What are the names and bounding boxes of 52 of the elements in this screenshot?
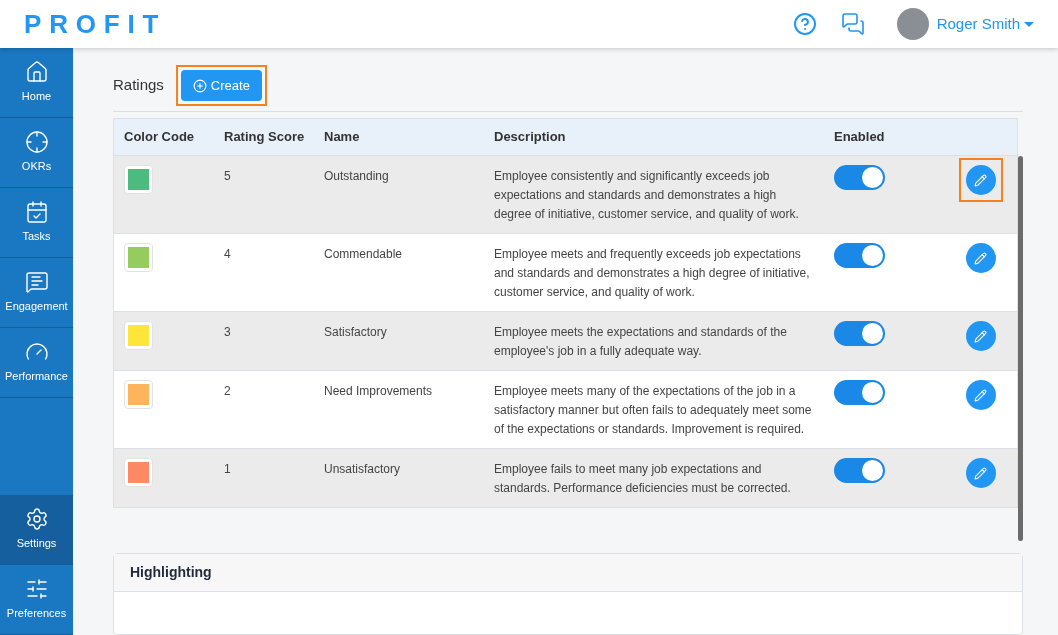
- calendar-check-icon: [24, 200, 49, 225]
- avatar: [896, 8, 929, 40]
- toggle-switch[interactable]: [834, 458, 885, 483]
- pencil-icon: [974, 173, 987, 187]
- table-cell: 1: [224, 462, 231, 476]
- column-header: Description: [494, 129, 566, 145]
- table-cell: Employee meets the expectations and standards of the employee's job in a fully adequate way.: [494, 325, 787, 358]
- pencil-icon: [974, 251, 987, 265]
- table-cell: Employee fails to meet many job expectations and standards. Performance deficiencies must be corrected.: [494, 462, 791, 495]
- edit-button[interactable]: [965, 380, 996, 410]
- scrollbar[interactable]: [1018, 156, 1023, 541]
- table-cell: Employee meets and frequently exceeds job expectations and standards and demonstrates a high degree of initiative, customer service, and quality of work.: [494, 247, 810, 299]
- message-icon: [24, 270, 49, 295]
- table-cell: Commendable: [324, 247, 403, 261]
- column-header: Enabled: [834, 129, 885, 145]
- table-cell: Unsatisfactory: [324, 462, 401, 476]
- home-icon: [24, 60, 49, 85]
- plus-icon: [192, 78, 207, 93]
- edit-button[interactable]: [965, 458, 996, 488]
- table-cell: 3: [224, 325, 231, 339]
- edit-button[interactable]: [965, 243, 996, 273]
- section-title: Ratings: [113, 75, 164, 96]
- toggle-switch[interactable]: [834, 321, 885, 346]
- table-cell: Satisfactory: [324, 325, 387, 339]
- create-button[interactable]: Create: [180, 70, 262, 101]
- table-cell: 5: [224, 169, 231, 183]
- toggle-switch[interactable]: [834, 243, 885, 268]
- table-cell: Outstanding: [324, 169, 389, 183]
- table-cell: 4: [224, 247, 231, 261]
- edit-button[interactable]: [965, 321, 996, 351]
- sliders-icon: [24, 577, 49, 602]
- settings-icon: [24, 507, 49, 532]
- column-header: Color Code: [124, 129, 195, 145]
- column-header: Rating Score: [224, 129, 305, 145]
- table-cell: Employee consistently and significantly exceeds job expectations and standards and demonstrates a high degree of initiative, customer service, and quality of work.: [494, 169, 799, 221]
- help-icon[interactable]: [792, 12, 817, 36]
- column-header: Name: [324, 129, 360, 145]
- sidebar-item[interactable]: Settings: [0, 495, 73, 565]
- pencil-icon: [974, 466, 987, 480]
- target-icon: [24, 130, 49, 155]
- edit-button[interactable]: [965, 165, 996, 195]
- card-title: Highlighting: [130, 563, 212, 582]
- user-menu[interactable]: Roger Smith: [936, 12, 1034, 36]
- toggle-switch[interactable]: [834, 380, 885, 405]
- logo: PROFIT: [24, 7, 167, 41]
- chat-icon[interactable]: [840, 12, 865, 36]
- table-cell: Need Improvements: [324, 384, 433, 398]
- pencil-icon: [974, 388, 987, 402]
- toggle-switch[interactable]: [834, 165, 885, 190]
- pencil-icon: [974, 329, 987, 343]
- table-cell: Employee meets many of the expectations of the job in a satisfactory manner but often fails to adequately meet some of the expectations or standards. Improvement is required.: [494, 384, 812, 436]
- table-cell: 2: [224, 384, 231, 398]
